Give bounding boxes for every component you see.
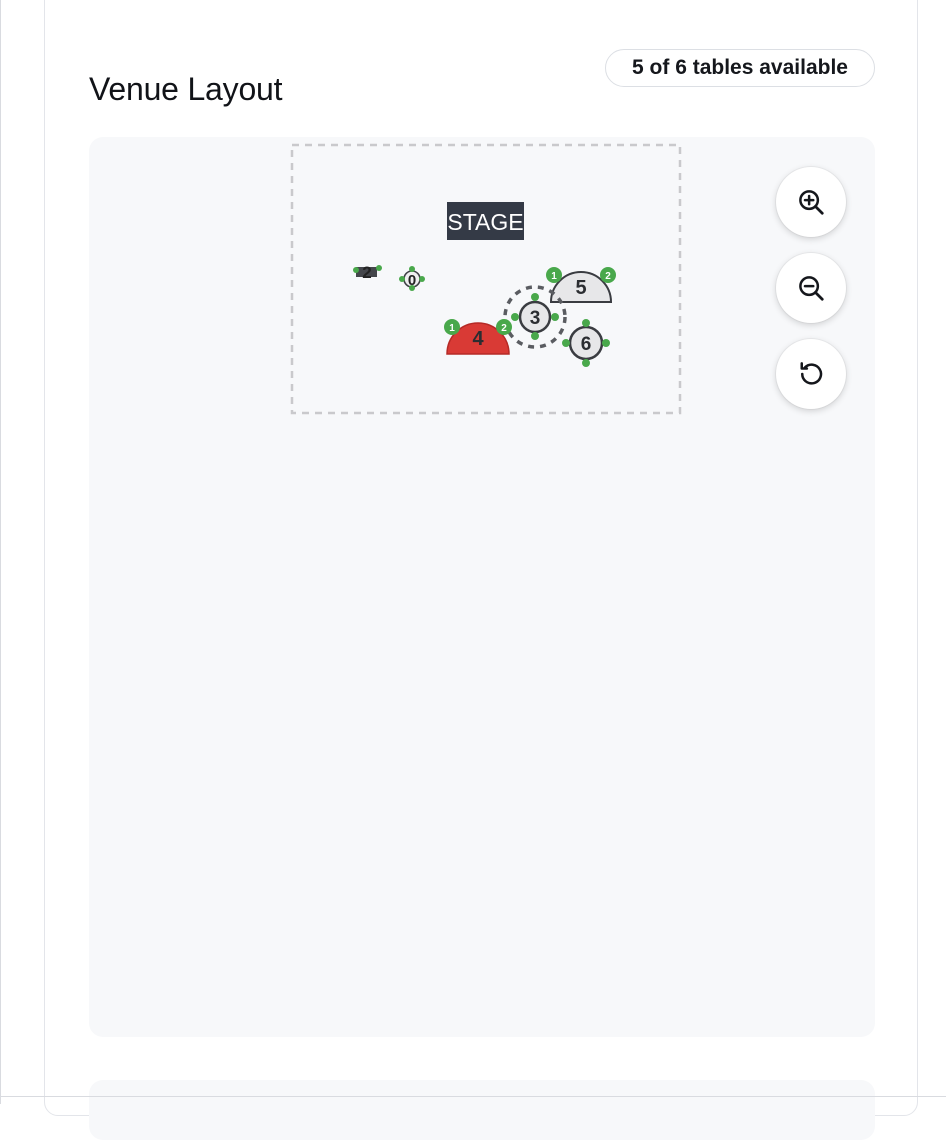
reset-view-button[interactable]: [776, 339, 846, 409]
table-5-number: 5: [575, 277, 586, 299]
table-3-seat[interactable]: [531, 332, 539, 340]
table-0-seat: [409, 285, 415, 291]
floor-plan-canvas[interactable]: STAGE 2 0 5 1 2 3 4 1 2 6: [89, 137, 875, 1037]
window-edge: [0, 0, 1, 1104]
page-title: Venue Layout: [89, 71, 283, 108]
table-6-seat[interactable]: [602, 339, 610, 347]
lower-panel: [89, 1080, 875, 1140]
table-2-seat: [376, 265, 382, 271]
table-5[interactable]: 5 1 2: [546, 267, 616, 303]
table-2-seat: [353, 267, 359, 273]
table-6-seat[interactable]: [582, 319, 590, 327]
table-5-seat-2-label: 2: [605, 271, 611, 282]
table-6-seat[interactable]: [562, 339, 570, 347]
reset-view-icon: [800, 362, 823, 385]
table-2[interactable]: 2: [353, 263, 382, 282]
table-4[interactable]: 4 1 2: [444, 319, 512, 355]
table-0-seat: [419, 276, 425, 282]
table-3-seat[interactable]: [511, 313, 519, 321]
table-6-seat[interactable]: [582, 359, 590, 367]
venue-boundary: [290, 143, 682, 415]
stage-label: STAGE: [447, 209, 523, 235]
table-3-seat[interactable]: [531, 293, 539, 301]
zoom-in-button[interactable]: [776, 167, 846, 237]
table-3-seat[interactable]: [551, 313, 559, 321]
table-6[interactable]: 6: [562, 319, 610, 367]
table-5-seat-1-label: 1: [551, 271, 557, 282]
window-bottom-edge: [0, 1096, 946, 1097]
table-0-seat: [399, 276, 405, 282]
zoom-in-icon: [799, 190, 824, 215]
table-4-number: 4: [472, 328, 484, 350]
table-3-number: 3: [530, 308, 541, 329]
table-4-seat-1-label: 1: [449, 323, 455, 334]
availability-badge: 5 of 6 tables available: [605, 49, 875, 87]
zoom-out-icon: [799, 276, 824, 301]
table-6-number: 6: [581, 334, 592, 355]
zoom-out-button[interactable]: [776, 253, 846, 323]
table-0-seat: [409, 266, 415, 272]
table-2-number: 2: [362, 263, 371, 282]
stage: STAGE: [447, 202, 524, 240]
floor-plan-svg[interactable]: STAGE 2 0 5 1 2 3 4 1 2 6: [89, 137, 875, 1037]
table-0[interactable]: 0: [399, 266, 425, 291]
table-4-seat-2-label: 2: [501, 323, 507, 334]
